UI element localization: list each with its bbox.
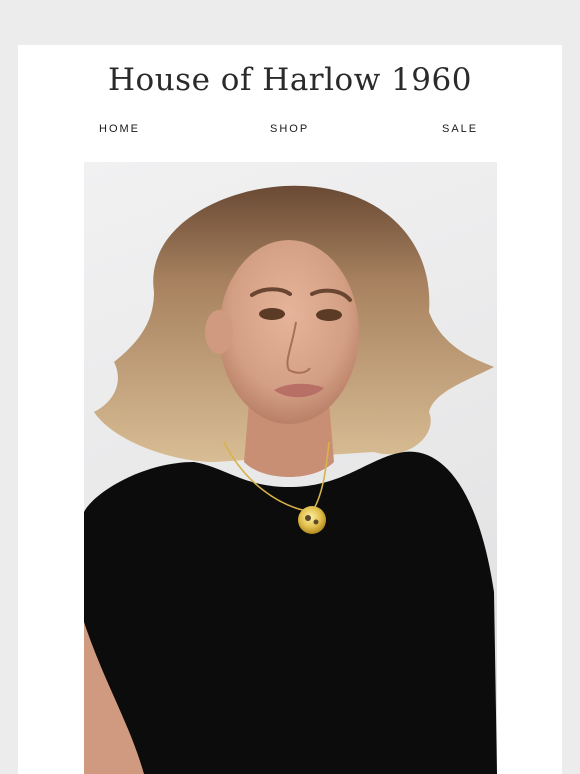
right-eye — [316, 309, 342, 321]
nav-sale-link[interactable]: SALE — [442, 123, 478, 135]
ear-shape — [205, 310, 233, 354]
pendant — [298, 506, 326, 534]
nav-shop-link[interactable]: SHOP — [270, 123, 309, 135]
black-top — [84, 451, 497, 774]
hero-image[interactable] — [84, 162, 497, 774]
nav-home-link[interactable]: HOME — [99, 123, 140, 135]
pendant-detail-2 — [313, 519, 319, 525]
pendant-detail — [305, 515, 311, 521]
left-eye — [259, 308, 285, 320]
brand-logo[interactable]: House of Harlow 1960 — [18, 63, 562, 97]
portrait-photo — [84, 185, 497, 774]
main-nav: HOME SHOP SALE — [18, 123, 562, 139]
email-card: House of Harlow 1960 HOME SHOP SALE — [18, 45, 562, 774]
